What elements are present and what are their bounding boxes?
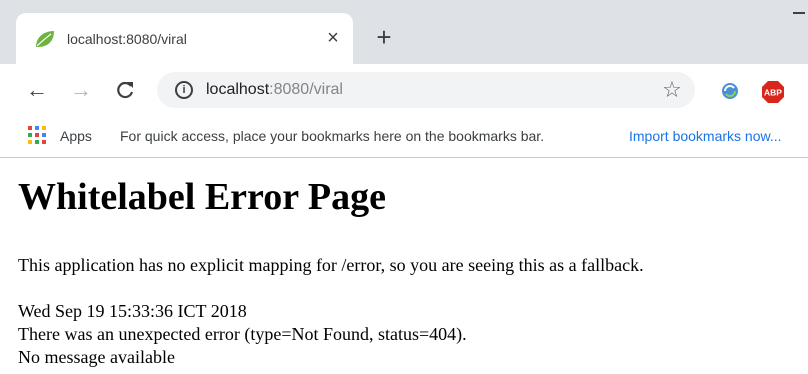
- back-button[interactable]: ←: [25, 78, 49, 102]
- url-path: :8080/viral: [269, 81, 343, 98]
- page-content: Whitelabel Error Page This application h…: [0, 159, 808, 374]
- tab-title: localhost:8080/viral: [67, 31, 187, 47]
- active-tab[interactable]: localhost:8080/viral ×: [16, 13, 353, 64]
- bookmark-star-icon[interactable]: ☆: [660, 78, 684, 102]
- error-timestamp: Wed Sep 19 15:33:36 ICT 2018: [18, 301, 247, 321]
- abp-label: ABP: [764, 88, 782, 98]
- apps-link[interactable]: Apps: [60, 126, 92, 146]
- new-tab-button[interactable]: +: [371, 24, 397, 50]
- spring-leaf-icon: [36, 31, 54, 47]
- page-title: Whitelabel Error Page: [18, 176, 386, 218]
- url-host: localhost: [206, 81, 270, 98]
- error-description: There was an unexpected error (type=Not …: [18, 324, 467, 344]
- reload-button[interactable]: [113, 78, 137, 102]
- url-text[interactable]: localhost:8080/viral: [206, 80, 343, 100]
- tab-strip: localhost:8080/viral × +: [0, 0, 808, 64]
- address-bar[interactable]: i localhost:8080/viral ☆: [157, 72, 695, 108]
- browser-toolbar: ← → i localhost:8080/viral ☆ ABP: [0, 64, 808, 116]
- adblock-plus-icon[interactable]: ABP: [761, 80, 785, 104]
- extension-sync-icon[interactable]: [719, 80, 741, 102]
- forward-button[interactable]: →: [69, 78, 93, 102]
- error-detail: No message available: [18, 347, 175, 367]
- import-bookmarks-link[interactable]: Import bookmarks now...: [629, 126, 782, 146]
- bookmarks-bar: Apps For quick access, place your bookma…: [0, 116, 808, 158]
- bookmarks-hint: For quick access, place your bookmarks h…: [120, 128, 545, 144]
- reload-icon: [117, 81, 134, 99]
- close-tab-icon[interactable]: ×: [323, 28, 343, 48]
- fallback-message: This application has no explicit mapping…: [18, 255, 644, 275]
- info-icon[interactable]: i: [175, 81, 193, 99]
- apps-grid-icon[interactable]: [28, 126, 46, 144]
- minimize-window-icon[interactable]: [793, 12, 805, 14]
